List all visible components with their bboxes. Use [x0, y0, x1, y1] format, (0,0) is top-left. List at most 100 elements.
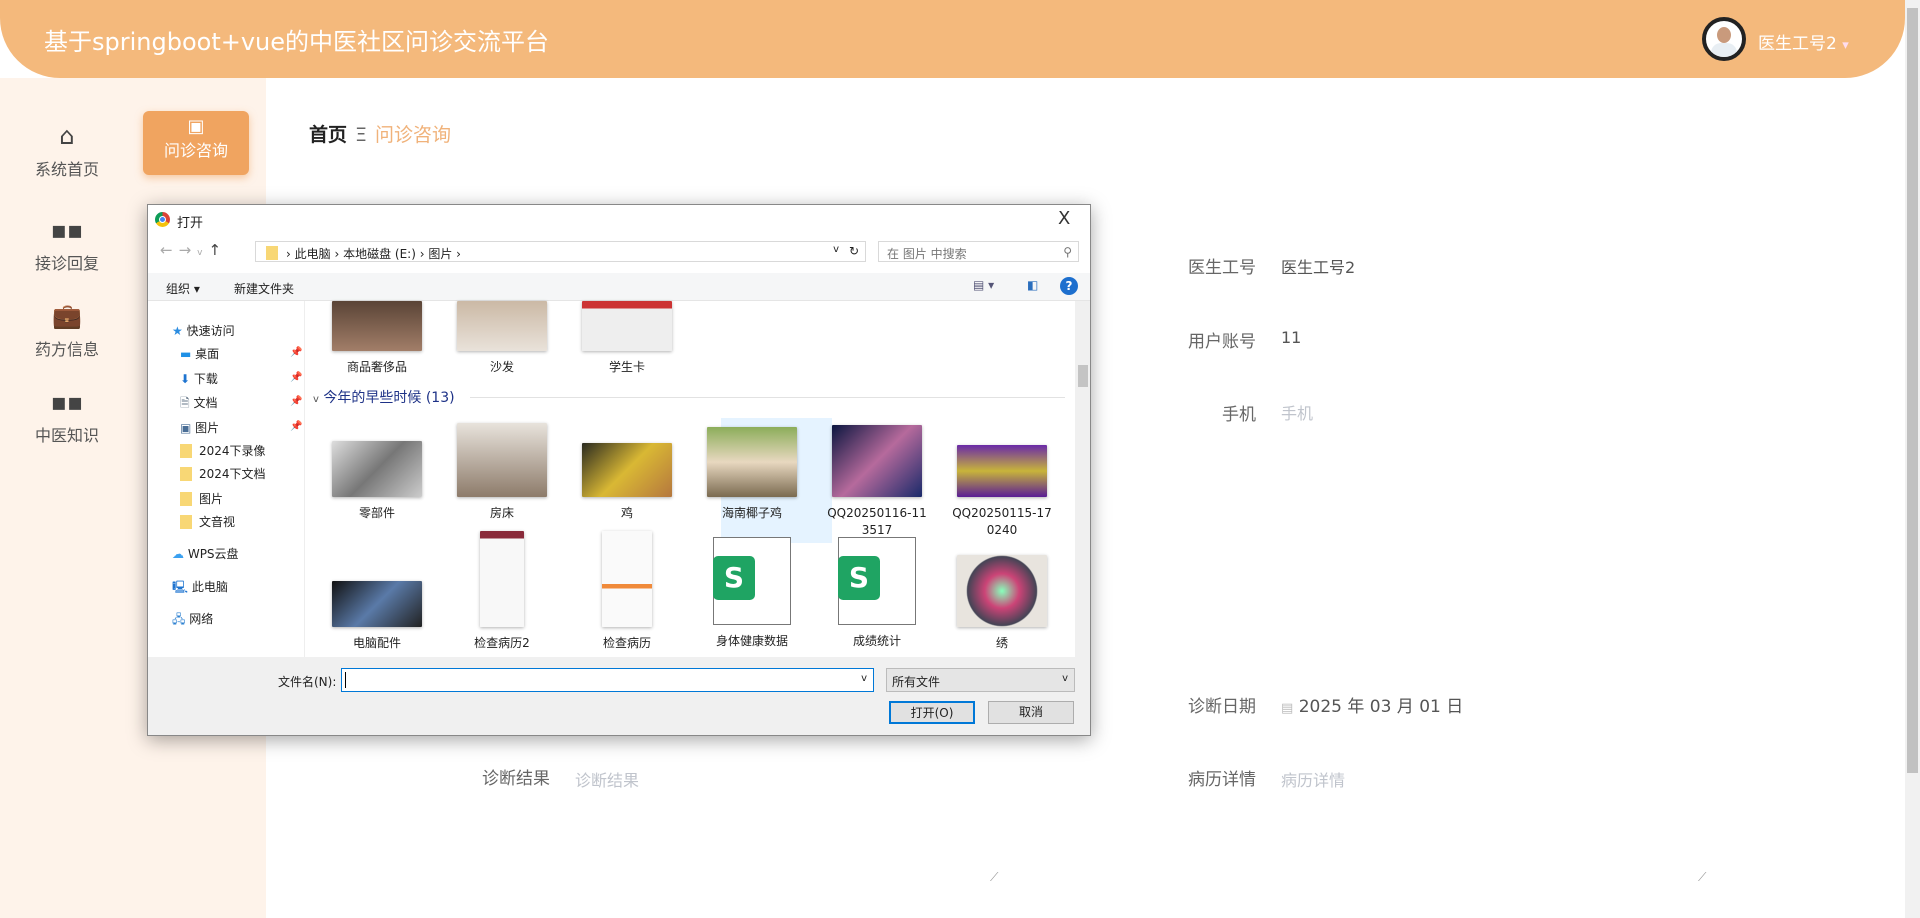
sidebar-item-reply[interactable]: ▪▪ 接诊回复	[20, 216, 114, 274]
view-options-icon[interactable]: ▤ ▾	[973, 278, 994, 292]
preview-pane-icon[interactable]: ◧	[1027, 278, 1038, 292]
navigation-pane: ★ 快速访问 ▬ 桌面 ⬇ 下载 🗎 文档 ▣ 图片 📌 📌 📌 📌 2024下…	[148, 301, 305, 694]
file-item-selected[interactable]: 鸡	[565, 443, 689, 522]
open-button[interactable]: 打开(O)	[889, 701, 975, 724]
file-item[interactable]: 商品奢侈品	[315, 301, 439, 376]
nav-folder[interactable]: 文音视	[180, 513, 235, 530]
sidebar-item-knowledge[interactable]: ▪▪ 中医知识	[20, 388, 114, 446]
chevron-down-icon[interactable]: v	[861, 673, 867, 684]
group-header[interactable]: v 今年的早些时候 (13)	[313, 387, 455, 407]
pin-icon[interactable]: 📌	[290, 396, 302, 407]
folder-icon	[180, 444, 192, 458]
file-item[interactable]: 电脑配件	[315, 581, 439, 652]
file-list: 商品奢侈品 沙发 学生卡 v 今年的早些时候 (13) 零部件 房床 鸡 海南椰…	[305, 301, 1075, 657]
user-menu[interactable]: 医生工号2 ▾	[1758, 29, 1849, 54]
organize-button[interactable]: 组织 ▾	[166, 280, 200, 297]
download-icon: ⬇	[180, 372, 191, 386]
divider	[470, 397, 1065, 398]
nav-folder[interactable]: 2024下文档	[180, 465, 266, 482]
file-list-scrollbar[interactable]	[1075, 301, 1090, 657]
path-segment[interactable]: 本地磁盘 (E:)	[343, 247, 416, 261]
pictures-icon: ▣	[180, 421, 192, 435]
avatar[interactable]	[1702, 17, 1746, 61]
chevron-down-icon[interactable]: v	[833, 244, 839, 255]
briefcase-icon: 💼	[52, 302, 82, 330]
page-scrollbar-thumb[interactable]	[1907, 8, 1918, 773]
file-item[interactable]: 海南椰子鸡	[690, 427, 814, 522]
recent-icon[interactable]: v	[197, 248, 208, 258]
nav-network[interactable]: 🖧 网络	[172, 610, 213, 631]
chevron-down-icon: v	[1062, 673, 1068, 684]
search-placeholder: 在 图片 中搜索	[887, 247, 967, 261]
file-item[interactable]: 绣	[940, 555, 1064, 652]
file-item[interactable]: 检查病历	[565, 531, 689, 652]
doctor-id-label: 医生工号	[1188, 258, 1256, 278]
breadcrumb-home[interactable]: 首页	[309, 124, 347, 146]
file-type-select[interactable]: 所有文件 v	[886, 668, 1075, 692]
file-item[interactable]: QQ20250115-170240	[940, 445, 1064, 539]
nav-pictures[interactable]: ▣ 图片	[180, 419, 219, 436]
pin-icon[interactable]: 📌	[290, 372, 302, 383]
new-folder-button[interactable]: 新建文件夹	[234, 280, 294, 297]
account-value[interactable]: 11	[1281, 328, 1301, 347]
file-item[interactable]: 沙发	[440, 301, 564, 376]
chevron-down-icon: ▾	[1842, 38, 1849, 53]
forward-icon[interactable]: →	[179, 241, 198, 259]
home-icon: ⌂	[59, 122, 75, 150]
nav-documents[interactable]: 🗎 文档	[180, 394, 218, 415]
file-item[interactable]: 学生卡	[565, 301, 689, 376]
result-label: 诊断结果	[482, 769, 550, 789]
path-segment[interactable]: 此电脑	[295, 247, 331, 261]
detail-textarea[interactable]: 病历详情	[1281, 767, 1345, 791]
file-type-value: 所有文件	[892, 675, 941, 689]
calendar-icon: ▤	[1281, 701, 1294, 716]
address-bar[interactable]: › 此电脑 › 本地磁盘 (E:) › 图片 › ↻ v	[255, 241, 866, 262]
file-item[interactable]: 房床	[440, 423, 564, 522]
up-icon[interactable]: ↑	[208, 241, 227, 259]
sidebar-item-home[interactable]: ⌂ 系统首页	[20, 122, 114, 180]
file-item[interactable]: S 成绩统计	[815, 537, 939, 650]
file-item[interactable]: 零部件	[315, 441, 439, 522]
user-name: 医生工号2	[1758, 34, 1837, 54]
path-segment[interactable]: 图片	[428, 247, 452, 261]
dialog-toolbar: 组织 ▾ 新建文件夹 ▤ ▾ ◧ ?	[148, 273, 1090, 301]
resize-handle[interactable]: ⟋	[990, 870, 998, 885]
doctor-id-value[interactable]: 医生工号2	[1281, 254, 1355, 278]
nav-wps-cloud[interactable]: ☁ WPS云盘	[172, 545, 239, 562]
result-textarea[interactable]: 诊断结果	[575, 767, 639, 791]
nav-desktop[interactable]: ▬ 桌面	[180, 345, 219, 362]
grid-icon: ▪▪	[50, 216, 84, 244]
nav-quick-access[interactable]: ★ 快速访问	[172, 322, 235, 339]
detail-label: 病历详情	[1188, 770, 1256, 790]
file-open-dialog: 打开 X ←→v↑ › 此电脑 › 本地磁盘 (E:) › 图片 › ↻ v 在 图…	[147, 204, 1091, 736]
account-label: 用户账号	[1188, 332, 1256, 352]
phone-label: 手机	[1222, 405, 1256, 425]
refresh-icon[interactable]: ↻	[849, 244, 859, 258]
nav-downloads[interactable]: ⬇ 下载	[180, 370, 218, 387]
search-input[interactable]: 在 图片 中搜索 ⚲	[878, 241, 1079, 262]
cancel-button[interactable]: 取消	[988, 701, 1074, 724]
document-icon: 🗎	[180, 396, 190, 410]
file-item[interactable]: S 身体健康数据	[690, 537, 814, 650]
top-header: 基于springboot+vue的中医社区问诊交流平台 医生工号2 ▾	[0, 0, 1905, 78]
scrollbar-thumb[interactable]	[1078, 365, 1088, 387]
filename-input[interactable]: v	[341, 668, 874, 692]
nav-buttons[interactable]: ←→v↑	[160, 241, 227, 259]
star-icon: ★	[172, 324, 183, 338]
sidebar-item-prescription[interactable]: 💼 药方信息	[20, 302, 114, 360]
nav-folder[interactable]: 2024下录像	[180, 442, 266, 459]
phone-input[interactable]: 手机	[1281, 400, 1313, 424]
pin-icon[interactable]: 📌	[290, 421, 302, 432]
folder-icon	[180, 515, 192, 529]
help-icon[interactable]: ?	[1060, 277, 1078, 295]
close-button[interactable]: X	[1058, 208, 1070, 229]
file-item[interactable]: 检查病历2	[440, 531, 564, 652]
pin-icon[interactable]: 📌	[290, 347, 302, 358]
nav-this-pc[interactable]: 🖳 此电脑	[172, 578, 228, 599]
date-input[interactable]: ▤ 2025 年 03 月 01 日	[1281, 692, 1463, 717]
file-item[interactable]: QQ20250116-113517	[815, 425, 939, 539]
nav-folder[interactable]: 图片	[180, 490, 223, 507]
back-icon[interactable]: ←	[160, 241, 179, 259]
resize-handle[interactable]: ⟋	[1698, 870, 1706, 885]
sidebar-item-consultation[interactable]: ▣ 问诊咨询	[143, 111, 249, 175]
